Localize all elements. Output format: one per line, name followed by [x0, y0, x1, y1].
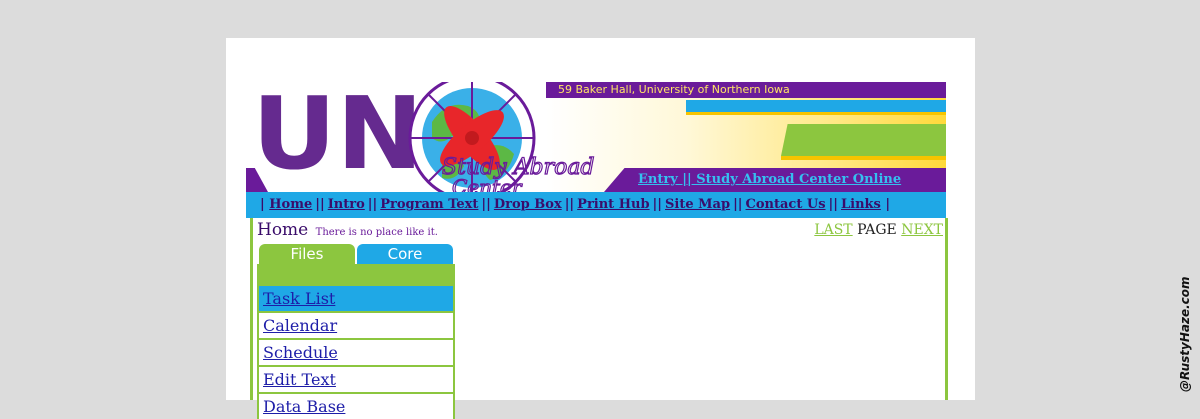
- nav-divider: ||: [828, 197, 838, 212]
- page-tagline: There is no place like it.: [315, 227, 438, 238]
- menu-item-calendar[interactable]: Calendar: [259, 311, 453, 338]
- nav-intro[interactable]: Intro: [328, 197, 365, 212]
- uni-study-abroad-logo: UNI Study Abroad Center: [252, 82, 595, 192]
- menu-item-data-base[interactable]: Data Base: [259, 392, 453, 419]
- site-banner: 59 Baker Hall, University of Northern Io…: [246, 82, 946, 192]
- nav-home[interactable]: Home: [269, 197, 312, 212]
- nav-drop-box[interactable]: Drop Box: [494, 197, 562, 212]
- pager-next-link[interactable]: NEXT: [901, 222, 943, 238]
- menu-item-edit-text[interactable]: Edit Text: [259, 365, 453, 392]
- menu-item-task-list[interactable]: Task List: [259, 284, 453, 311]
- nav-divider: ||: [652, 197, 663, 212]
- pager: LAST PAGE NEXT: [814, 222, 943, 238]
- banner-yellow-bar: [686, 112, 946, 115]
- logo-subtitle-2: Center: [452, 175, 523, 192]
- nav-links[interactable]: Links: [841, 197, 881, 212]
- nav-site-map[interactable]: Site Map: [665, 197, 730, 212]
- tab-core[interactable]: Core: [357, 244, 453, 264]
- nav-divider: ||: [481, 197, 491, 212]
- pager-page-label: PAGE: [857, 222, 897, 238]
- banner-yellow-strip: [781, 156, 946, 160]
- nav-print-hub[interactable]: Print Hub: [577, 197, 649, 212]
- nav-divider: ||: [564, 197, 575, 212]
- page-title: Home There is no place like it.: [257, 220, 438, 240]
- nav-divider-end: |: [880, 197, 891, 212]
- content-panel: Home There is no place like it. LAST PAG…: [250, 218, 948, 419]
- watermark-text: @RustyHaze.com: [1178, 276, 1192, 392]
- tab-header-strip: [257, 264, 455, 284]
- entry-link[interactable]: Entry || Study Abroad Center Online: [638, 168, 901, 192]
- file-menu: Task List Calendar Schedule Edit Text Da…: [257, 284, 455, 419]
- nav-divider: ||: [733, 197, 743, 212]
- menu-item-label: Task List: [263, 289, 336, 308]
- pager-last-link[interactable]: LAST: [814, 222, 852, 238]
- page-title-text: Home: [257, 220, 309, 240]
- menu-item-label: Schedule: [263, 343, 338, 362]
- page-container: 59 Baker Hall, University of Northern Io…: [226, 38, 975, 419]
- menu-item-schedule[interactable]: Schedule: [259, 338, 453, 365]
- tab-files[interactable]: Files: [259, 244, 355, 264]
- nav-program-text[interactable]: Program Text: [380, 197, 478, 212]
- main-nav: | Home || Intro || Program Text || Drop Box || P…: [246, 192, 946, 218]
- nav-divider: ||: [367, 197, 378, 212]
- menu-item-label: Edit Text: [263, 370, 336, 389]
- nav-divider: ||: [315, 197, 325, 212]
- banner-blue-bar: [686, 100, 946, 112]
- nav-contact-us[interactable]: Contact Us: [746, 197, 826, 212]
- menu-item-label: Calendar: [263, 316, 338, 335]
- banner-green-block: [781, 124, 946, 156]
- nav-divider-start: |: [260, 197, 270, 212]
